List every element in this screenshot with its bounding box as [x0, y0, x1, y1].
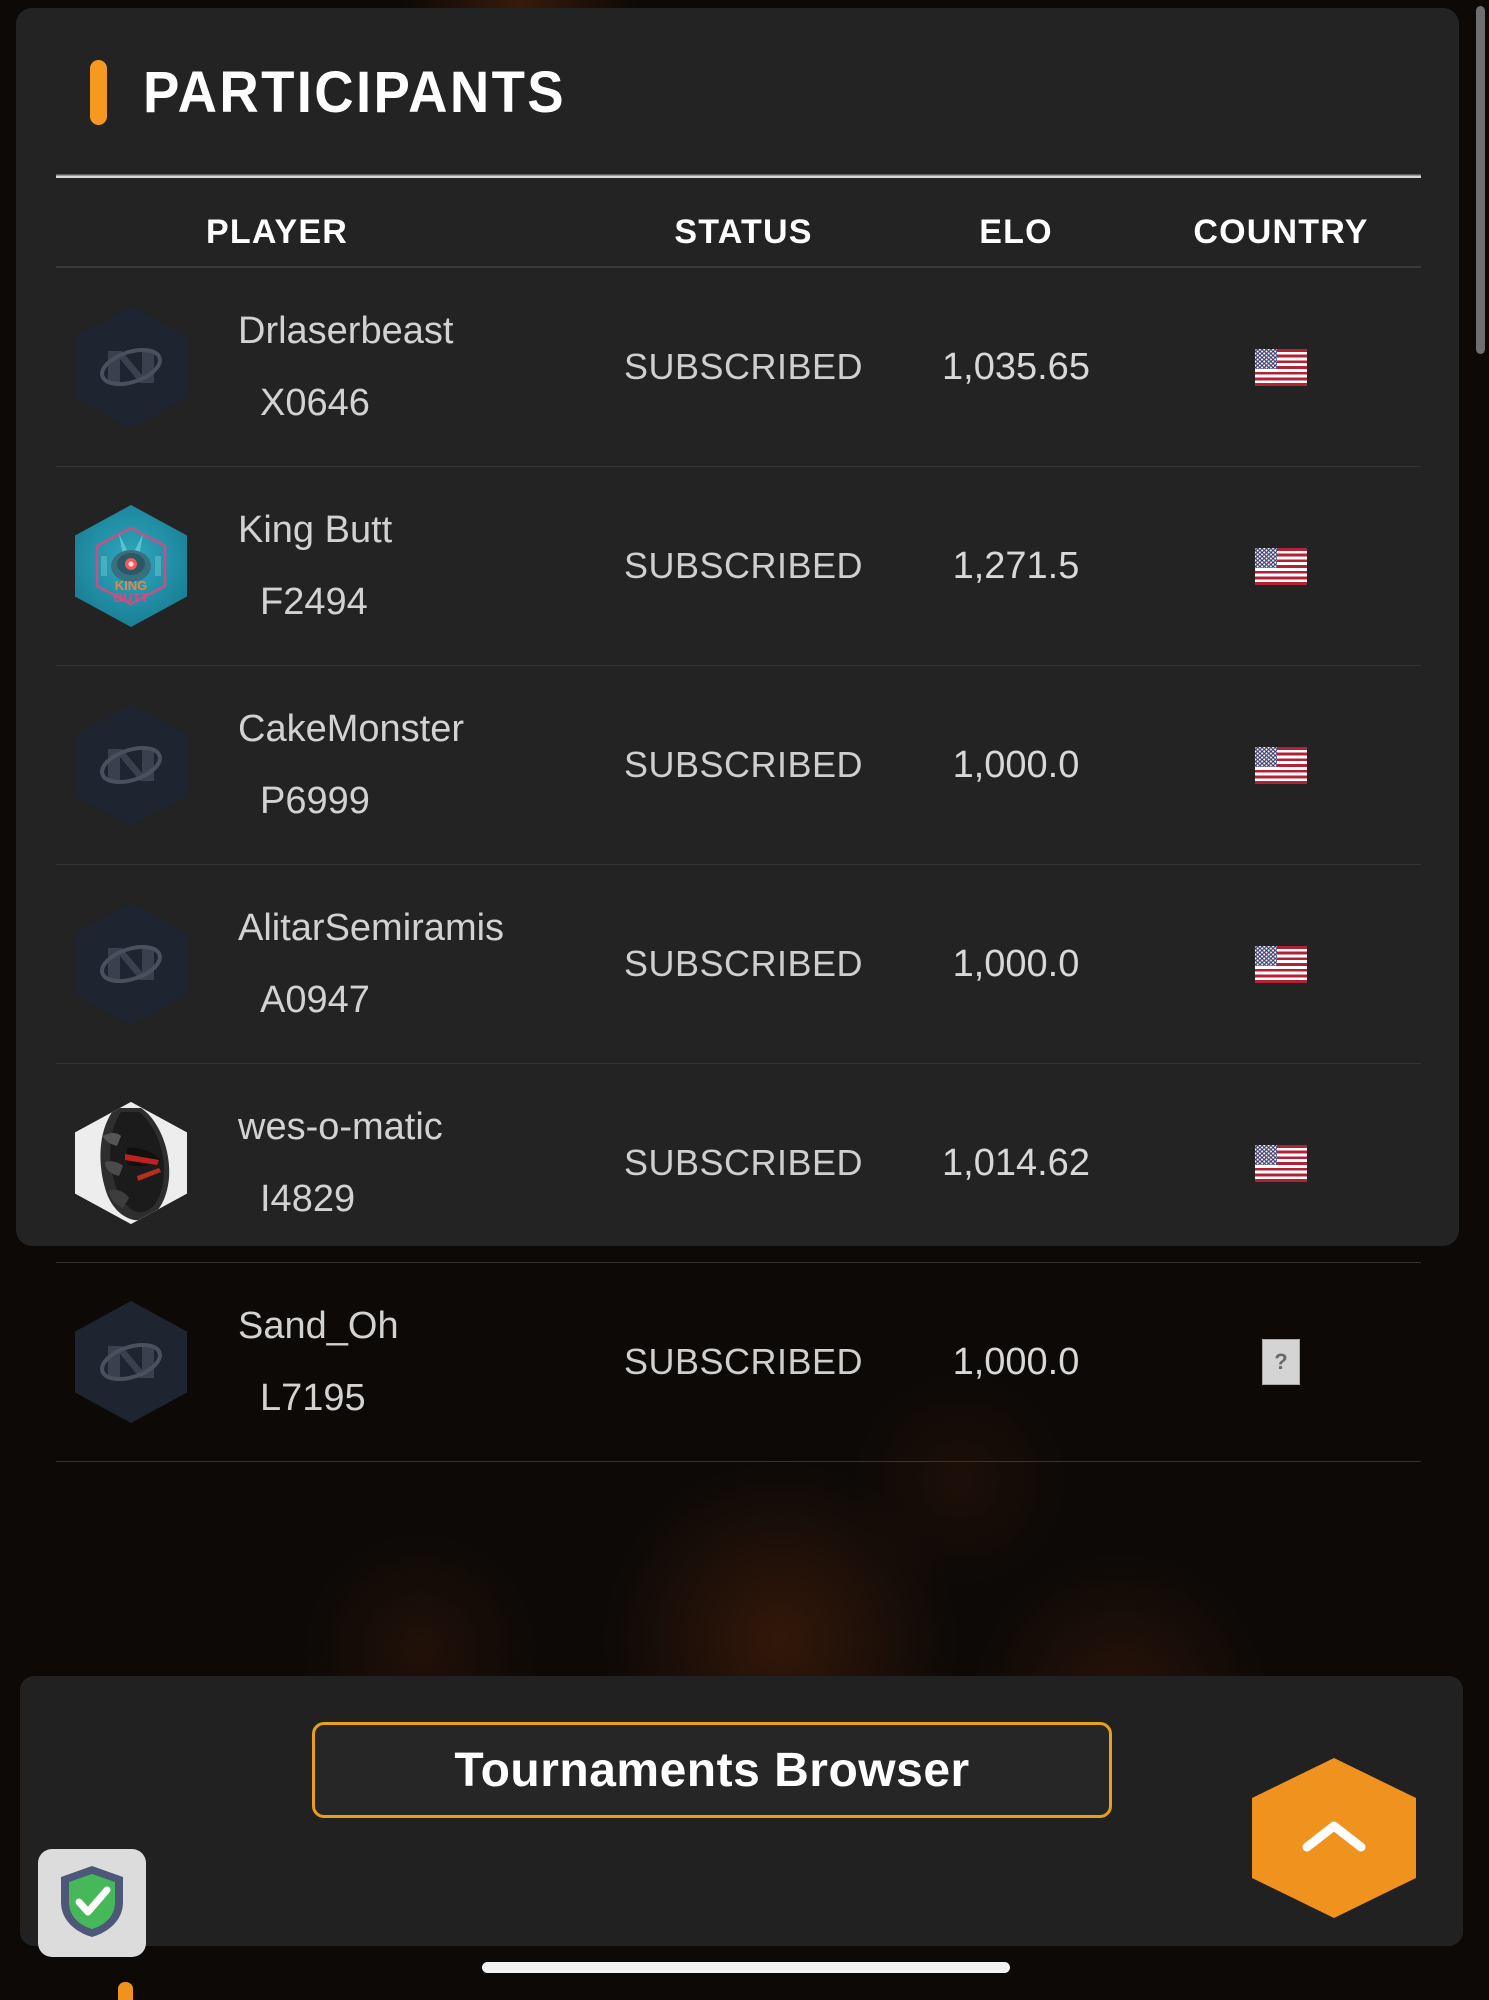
avatar — [75, 1102, 187, 1224]
svg-text:BUTT: BUTT — [114, 590, 149, 605]
status-badge: SUBSCRIBED — [623, 1142, 864, 1183]
default-hex-logo-avatar — [75, 903, 187, 1025]
avatar — [75, 903, 187, 1025]
flag-us-icon — [1255, 945, 1307, 983]
elo-value: 1,000.0 — [952, 1340, 1080, 1383]
table-header-row: PLAYER STATUS ELO COUNTRY — [56, 198, 1421, 268]
status-badge: SUBSCRIBED — [623, 1341, 864, 1382]
king-butt-cyberpunk-avatar: KING BUTT — [75, 505, 187, 627]
nexus-logo-icon — [75, 1301, 187, 1423]
page-scrollbar-thumb[interactable] — [1476, 6, 1485, 354]
country-cell — [1141, 945, 1421, 983]
flag-us-icon — [1255, 348, 1307, 386]
country-cell — [1141, 348, 1421, 386]
shield-check-icon — [55, 1862, 129, 1945]
player-cell: Drlaserbeast X0646 — [206, 312, 596, 422]
title-divider — [56, 174, 1421, 178]
panel-header: PARTICIPANTS — [16, 8, 1459, 125]
player-tag: I4829 — [260, 1178, 356, 1220]
column-header-country: COUNTRY — [1193, 212, 1369, 251]
country-cell — [1141, 547, 1421, 585]
player-cell: wes-o-matic I4829 — [206, 1108, 596, 1218]
avatar — [75, 704, 187, 826]
table-row[interactable]: KING BUTT King Butt F2494 SUBSCRIBED 1,2… — [56, 467, 1421, 666]
chevron-up-icon — [1299, 1814, 1369, 1863]
player-tag: L7195 — [260, 1377, 366, 1419]
player-cell: King Butt F2494 — [206, 511, 596, 621]
country-cell — [1141, 746, 1421, 784]
flag-us-icon — [1255, 547, 1307, 585]
app-root: PARTICIPANTS PLAYER STATUS ELO COUNTRY D… — [0, 0, 1489, 2000]
player-cell: AlitarSemiramis A0947 — [206, 909, 596, 1019]
nexus-logo-icon — [75, 903, 187, 1025]
column-header-status: STATUS — [674, 212, 813, 251]
elo-value: 1,000.0 — [952, 942, 1080, 985]
nexus-logo-icon — [75, 704, 187, 826]
table-row[interactable]: Drlaserbeast X0646 SUBSCRIBED 1,035.65 — [56, 268, 1421, 467]
player-cell: CakeMonster P6999 — [206, 710, 596, 820]
flag-unknown-icon: ? — [1262, 1339, 1300, 1385]
default-hex-logo-avatar — [75, 704, 187, 826]
tournaments-browser-label: Tournaments Browser — [454, 1743, 970, 1797]
elo-value: 1,271.5 — [952, 544, 1080, 587]
avatar — [75, 306, 187, 428]
table-row[interactable]: wes-o-matic I4829 SUBSCRIBED 1,014.62 — [56, 1064, 1421, 1263]
elo-value: 1,000.0 — [952, 743, 1080, 786]
player-name: AlitarSemiramis — [238, 907, 505, 949]
home-indicator — [482, 1962, 1010, 1973]
accent-bar — [90, 60, 107, 125]
player-name: wes-o-matic — [238, 1106, 443, 1148]
participants-panel: PARTICIPANTS PLAYER STATUS ELO COUNTRY D… — [16, 8, 1459, 1462]
player-tag: A0947 — [260, 979, 370, 1021]
player-name: King Butt — [238, 509, 393, 551]
player-name: CakeMonster — [238, 708, 464, 750]
status-badge: SUBSCRIBED — [623, 545, 864, 586]
participants-table: PLAYER STATUS ELO COUNTRY Drlaserbeast X… — [56, 198, 1421, 1462]
mech-head-avatar — [75, 1102, 187, 1224]
avatar-cell — [56, 1102, 206, 1224]
flag-us-icon — [1255, 1144, 1307, 1182]
table-row[interactable]: Sand_Oh L7195 SUBSCRIBED 1,000.0 ? — [56, 1263, 1421, 1462]
default-hex-logo-avatar — [75, 306, 187, 428]
country-cell — [1141, 1144, 1421, 1182]
player-name: Drlaserbeast — [238, 310, 454, 352]
robot-emblem-icon: KING BUTT — [75, 505, 187, 627]
status-badge: SUBSCRIBED — [623, 346, 864, 387]
orange-accent-sliver — [118, 1982, 133, 2000]
status-badge: SUBSCRIBED — [623, 744, 864, 785]
player-name: Sand_Oh — [238, 1305, 399, 1347]
page-title: PARTICIPANTS — [143, 59, 566, 125]
avatar-cell — [56, 306, 206, 428]
avatar-cell — [56, 704, 206, 826]
country-cell: ? — [1141, 1339, 1421, 1385]
column-header-elo: ELO — [979, 212, 1053, 251]
player-cell: Sand_Oh L7195 — [206, 1307, 596, 1417]
table-row[interactable]: AlitarSemiramis A0947 SUBSCRIBED 1,000.0 — [56, 865, 1421, 1064]
player-tag: P6999 — [260, 780, 370, 822]
avatar — [75, 1301, 187, 1423]
status-badge: SUBSCRIBED — [623, 943, 864, 984]
avatar-cell: KING BUTT — [56, 505, 206, 627]
player-tag: F2494 — [260, 581, 368, 623]
column-header-player: PLAYER — [206, 212, 348, 251]
player-tag: X0646 — [260, 382, 370, 424]
elo-value: 1,014.62 — [942, 1141, 1090, 1184]
tournaments-browser-button[interactable]: Tournaments Browser — [312, 1722, 1112, 1818]
page-scrollbar[interactable] — [1476, 0, 1487, 2000]
mech-head-icon — [75, 1102, 187, 1224]
nexus-logo-icon — [75, 306, 187, 428]
avatar-cell — [56, 1301, 206, 1423]
flag-us-icon — [1255, 746, 1307, 784]
table-row[interactable]: CakeMonster P6999 SUBSCRIBED 1,000.0 — [56, 666, 1421, 865]
avatar-cell — [56, 903, 206, 1025]
default-hex-logo-avatar — [75, 1301, 187, 1423]
security-badge-button[interactable] — [38, 1849, 146, 1957]
avatar: KING BUTT — [75, 505, 187, 627]
elo-value: 1,035.65 — [942, 345, 1090, 388]
